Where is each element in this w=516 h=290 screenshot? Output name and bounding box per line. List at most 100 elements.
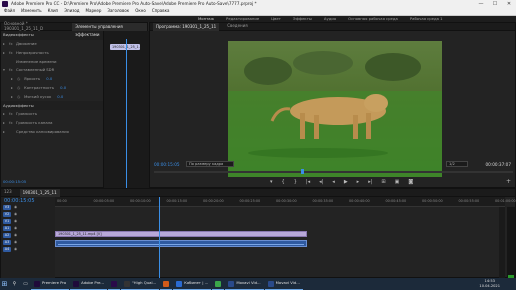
effect-playhead[interactable] xyxy=(126,39,127,189)
taskbar-app[interactable] xyxy=(160,278,173,290)
tab-sequence-123[interactable]: 123 xyxy=(4,189,12,195)
effect-keyframe-area[interactable]: 190301_1_25_1... xyxy=(103,31,149,189)
effect-param-row[interactable]: ▸ ◷ Мягкий кусок 0.0 xyxy=(1,93,103,102)
close-button[interactable]: ✕ xyxy=(502,0,516,8)
time-ruler[interactable]: 00:00 00:00:05:00 00:00:10:00 00:00:15:00 00… xyxy=(55,197,516,207)
track-visibility-icon[interactable]: ◉ xyxy=(14,205,17,209)
taskbar-app[interactable] xyxy=(212,278,225,290)
menu-clip[interactable]: Клип xyxy=(48,8,59,14)
mark-out-button[interactable]: } xyxy=(294,179,297,185)
tab-source[interactable]: Основной * 190301_1_25_11_D xyxy=(4,21,64,32)
workspace-tab-audio[interactable]: Аудио xyxy=(324,16,336,22)
taskbar-app[interactable]: Кабинет | ... xyxy=(173,278,212,290)
track-header[interactable]: A1 ◉ xyxy=(1,225,55,232)
go-to-in-button[interactable]: |◂ xyxy=(306,179,310,185)
track-target-toggle[interactable]: A1 xyxy=(3,226,11,231)
track-header[interactable]: V2 ◉ xyxy=(1,211,55,218)
track-header[interactable]: V3 ◉ xyxy=(1,204,55,211)
taskbar-app[interactable]: Movavi Vid... xyxy=(225,278,264,290)
track-visibility-icon[interactable]: ◉ xyxy=(14,233,17,237)
tab-sequence-main[interactable]: 190301_1_25_11 xyxy=(19,188,60,197)
go-to-out-button[interactable]: ▸| xyxy=(368,179,372,185)
resolution-select[interactable]: 1/2 xyxy=(446,161,468,167)
effect-row[interactable]: ▸ Средство кансовирования xyxy=(1,128,103,137)
zoom-fit-select[interactable]: По размеру кадра xyxy=(186,161,234,167)
timeline-playhead[interactable] xyxy=(159,197,160,279)
track-visibility-icon[interactable]: ◉ xyxy=(14,226,17,230)
program-current-timecode[interactable]: 00:00:15:05 xyxy=(154,162,180,167)
effect-value[interactable]: 0.0 xyxy=(57,94,63,100)
taskbar-app[interactable] xyxy=(108,278,121,290)
workspace-tab-editing2[interactable]: Редактирование xyxy=(226,16,259,22)
track-target-toggle[interactable]: A4 xyxy=(3,247,11,252)
maximize-button[interactable]: ☐ xyxy=(488,0,502,8)
fx-toggle-icon[interactable]: fx xyxy=(9,121,16,126)
timeline-scrollbar[interactable] xyxy=(499,207,505,279)
tab-info[interactable]: Сведения xyxy=(227,23,247,29)
taskbar-app[interactable]: Movavi Vid... xyxy=(264,278,303,290)
effect-section-header[interactable]: Аудиоэффекты xyxy=(1,101,103,111)
workspace-tab-editing[interactable]: Монтаж xyxy=(198,16,214,22)
effect-row[interactable]: Изменение времени xyxy=(1,57,103,66)
effect-value[interactable]: 0.0 xyxy=(60,85,66,91)
video-frame[interactable] xyxy=(228,41,442,177)
track-visibility-icon[interactable]: ◉ xyxy=(14,247,17,251)
menu-title[interactable]: Заголовок xyxy=(107,8,129,14)
taskbar-app[interactable]: Premiere Pro xyxy=(31,278,70,290)
workspace-tab-color[interactable]: Цвет xyxy=(271,16,281,22)
effect-row[interactable]: ▸ fx Громкость канала xyxy=(1,119,103,128)
tab-program[interactable]: Программа: 190301_1_25_11 xyxy=(153,22,220,31)
step-forward-button[interactable]: ▸ xyxy=(357,179,360,185)
fx-toggle-icon[interactable]: ◷ xyxy=(17,94,24,100)
taskbar-app[interactable]: Adobe Pre... xyxy=(70,278,108,290)
windows-start-icon[interactable]: ⊞ xyxy=(0,278,9,290)
track-target-toggle[interactable]: V1 xyxy=(3,219,11,224)
audio-clip[interactable] xyxy=(55,240,307,247)
play-button[interactable]: ▶ xyxy=(344,179,348,185)
effect-row[interactable]: ▸ fx Громкость xyxy=(1,110,103,119)
fx-toggle-icon[interactable]: ◷ xyxy=(17,85,24,91)
track-target-toggle[interactable]: V2 xyxy=(3,212,11,217)
effect-row[interactable]: ▸ fx Непрозрачность xyxy=(1,49,103,58)
search-icon[interactable]: ⚲ xyxy=(9,278,20,290)
extract-button[interactable]: ▣ xyxy=(395,179,400,185)
track-visibility-icon[interactable]: ◉ xyxy=(14,212,17,216)
track-header[interactable]: A3 ◉ xyxy=(1,239,55,246)
menu-marker[interactable]: Маркер xyxy=(86,8,102,14)
workspace-tab-effects[interactable]: Эффекты xyxy=(293,16,312,22)
program-playhead[interactable] xyxy=(301,169,304,174)
lift-button[interactable]: ⊞ xyxy=(381,179,385,185)
workspace-tab-custom[interactable]: Рабочая среда 1 xyxy=(410,16,443,22)
effect-param-row[interactable]: ▸ ◷ Контрастность 0.0 xyxy=(1,84,103,93)
fx-toggle-icon[interactable]: ◷ xyxy=(17,77,24,82)
menu-edit[interactable]: Изменить xyxy=(21,8,42,14)
track-visibility-icon[interactable]: ◉ xyxy=(14,219,17,223)
add-marker-button[interactable]: ▾ xyxy=(270,179,273,185)
fx-toggle-icon[interactable]: fx xyxy=(9,50,16,56)
track-target-toggle[interactable]: A2 xyxy=(3,233,11,238)
task-view-icon[interactable]: ▭ xyxy=(20,278,31,290)
system-clock[interactable]: 14:53 10.04.2021 xyxy=(479,279,500,288)
fx-toggle-icon[interactable]: fx xyxy=(9,41,16,47)
step-back-frame-button[interactable]: ◂ xyxy=(332,179,335,185)
workspace-tab-main[interactable]: Основная рабочая среда xyxy=(348,16,398,22)
menu-sequence[interactable]: Эпизод xyxy=(64,8,79,14)
menu-help[interactable]: Справка xyxy=(152,8,170,14)
effect-timecode[interactable]: 00:00:15:05 xyxy=(3,180,26,185)
export-frame-button[interactable]: ◙ xyxy=(408,179,413,185)
expand-arrow-icon[interactable]: ▸ xyxy=(3,129,9,135)
step-back-button[interactable]: ◂| xyxy=(319,179,323,185)
fx-toggle-icon[interactable]: fx xyxy=(9,112,16,117)
effect-param-row[interactable]: ▸ ◷ Яркость 0.0 xyxy=(1,75,103,84)
video-clip[interactable]: 190301_1_25_11.mp4 [V] xyxy=(55,231,307,237)
mark-in-button[interactable]: { xyxy=(282,179,285,185)
taskbar-app[interactable]: "High Qual... xyxy=(121,278,160,290)
effect-row[interactable]: ▾ fx Составленный SDR xyxy=(1,66,103,75)
track-header[interactable]: A4 ◉ xyxy=(1,246,55,253)
track-header[interactable]: V1 ◉ xyxy=(1,218,55,225)
program-scrubber[interactable] xyxy=(154,169,513,174)
button-editor-plus[interactable]: + xyxy=(506,178,511,185)
track-target-toggle[interactable]: A3 xyxy=(3,240,11,245)
effect-row[interactable]: ▸ fx Движение xyxy=(1,40,103,49)
fx-toggle-icon[interactable]: fx xyxy=(9,68,16,73)
